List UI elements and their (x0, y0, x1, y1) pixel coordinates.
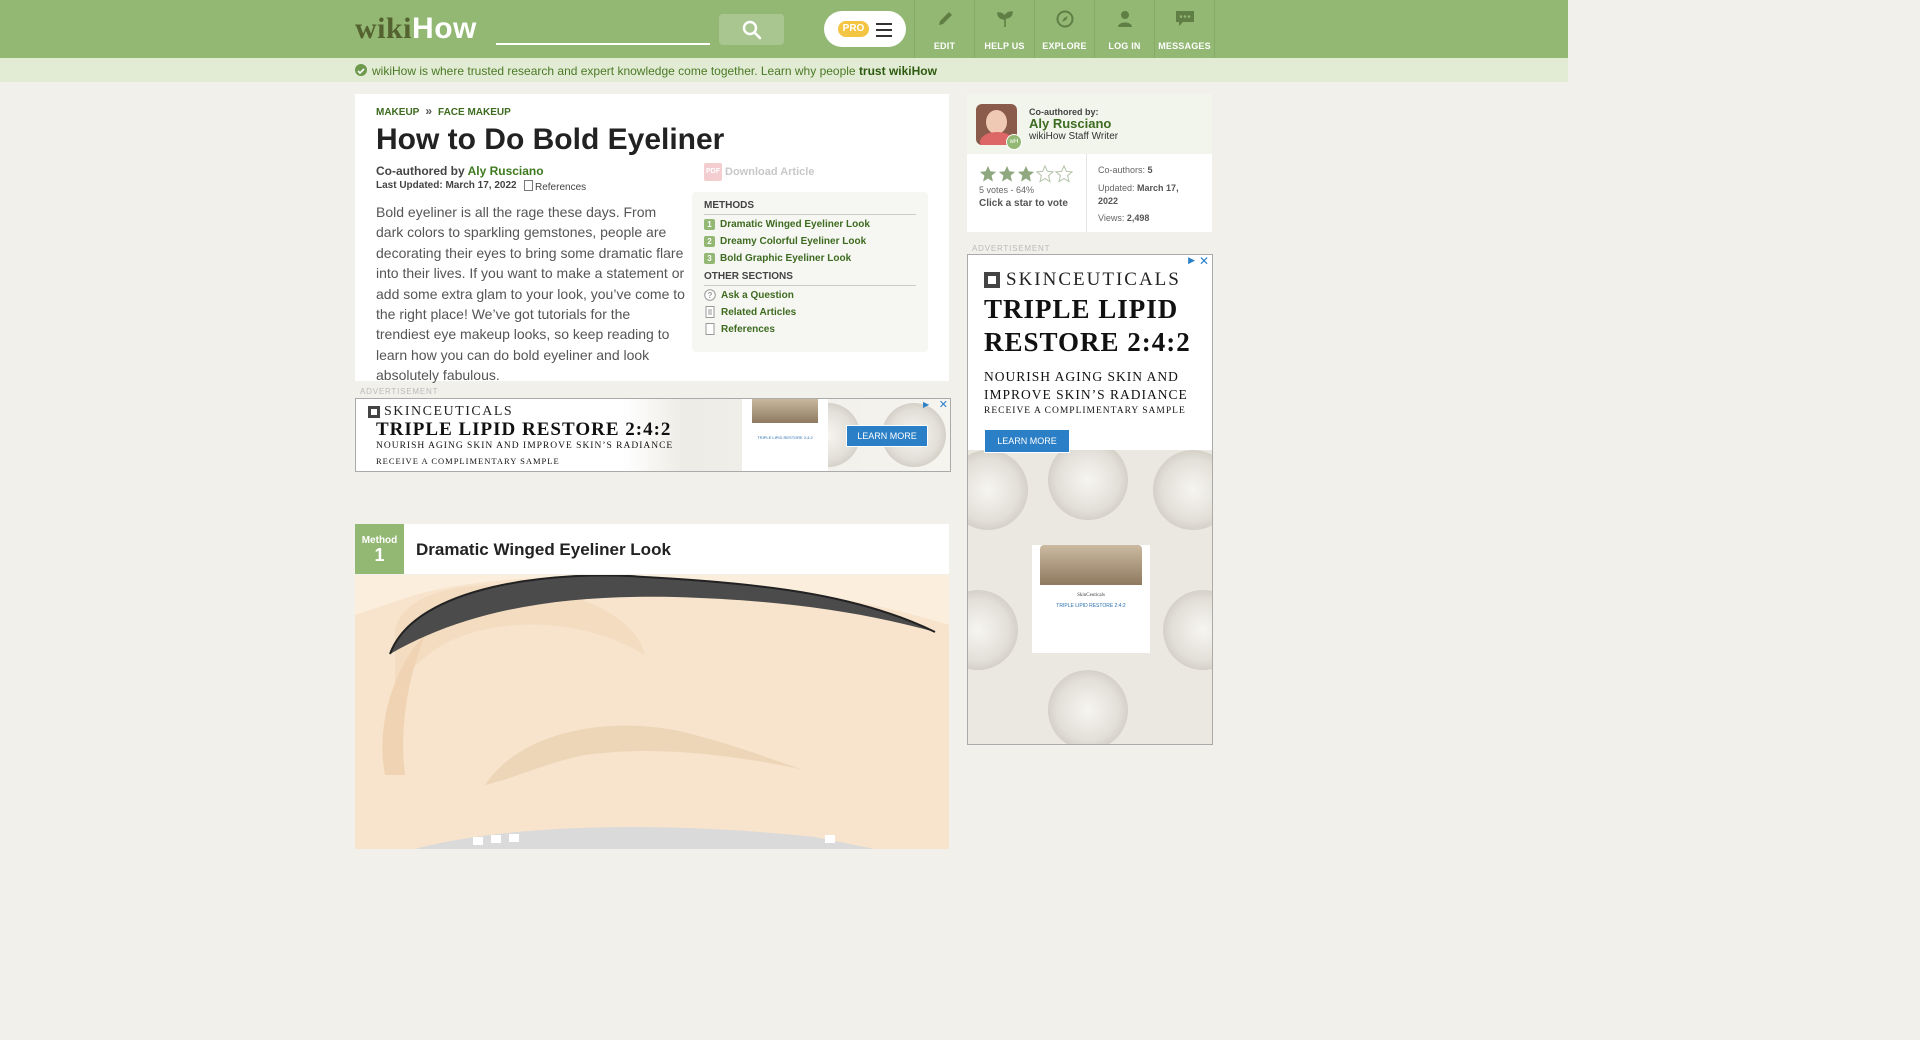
site-header: wikiHow PRO EDIT HELP US EXPLORE LOG IN … (0, 0, 1568, 58)
product-jar-image: SkinCeuticals TRIPLE LIPID RESTORE 2:4:2 (1032, 545, 1150, 653)
search-icon (742, 20, 761, 39)
method-header: Method 1 Dramatic Winged Eyeliner Look (355, 524, 949, 574)
user-icon (1117, 11, 1132, 27)
intro-paragraph: Bold eyeliner is all the rage these days… (376, 204, 685, 384)
page-title: How to Do Bold Eyeliner (376, 123, 725, 156)
nav-explore[interactable]: EXPLORE (1034, 0, 1094, 58)
ad-brand: SKINCEUTICALS (368, 404, 513, 420)
other-sections-heading: OTHER SECTIONS (704, 271, 793, 282)
advertisement-label: ADVERTISEMENT (360, 387, 439, 396)
nav-label: EXPLORE (1042, 41, 1087, 51)
pro-menu-button[interactable]: PRO (824, 11, 906, 47)
trust-bar: wikiHow is where trusted research and ex… (0, 58, 1568, 82)
learn-more-button[interactable]: LEARN MORE (984, 429, 1070, 453)
author-header: wH Co-authored by: Aly Rusciano wikiHow … (967, 94, 1212, 154)
breadcrumb-face-makeup[interactable]: FACE MAKEUP (438, 107, 511, 118)
author-role: wikiHow Staff Writer (1029, 131, 1119, 142)
chat-icon (1175, 11, 1194, 26)
method-title: Dramatic Winged Eyeliner Look (416, 540, 671, 559)
adchoices-icon[interactable]: ▶ (1188, 255, 1195, 266)
breadcrumb-makeup[interactable]: MAKEUP (376, 107, 419, 118)
toc-ask-question[interactable]: ? Ask a Question (704, 289, 794, 301)
author-sidebar-card: wH Co-authored by: Aly Rusciano wikiHow … (967, 94, 1212, 232)
last-updated: Last Updated: March 17, 2022 (376, 180, 517, 191)
search-button[interactable] (719, 14, 784, 45)
coauthored-line: Co-authored by Aly Rusciano (376, 164, 544, 178)
sidebar-author-name[interactable]: Aly Rusciano (1029, 116, 1111, 131)
methods-heading: METHODS (704, 200, 754, 211)
wikihow-logo[interactable]: wikiHow (355, 12, 477, 46)
nav-label: LOG IN (1108, 41, 1141, 51)
svg-text:?: ? (708, 291, 713, 300)
compass-icon (1056, 10, 1073, 28)
ad-subheadline: NOURISH AGING SKIN AND IMPROVE SKIN’S RA… (376, 441, 674, 451)
eye-illustration (355, 575, 949, 849)
coauthors-stat: Co-authors: 5 (1098, 165, 1153, 175)
star-icon-5[interactable] (1055, 165, 1073, 183)
ad-cta-text: RECEIVE A COMPLIMENTARY SAMPLE (984, 406, 1186, 416)
star-icon-2[interactable] (998, 165, 1016, 183)
sprout-icon (996, 11, 1013, 27)
trust-link[interactable]: trust wikiHow (859, 64, 937, 78)
nav-log-in[interactable]: LOG IN (1094, 0, 1154, 58)
trust-text: wikiHow is where trusted research and ex… (372, 64, 937, 78)
logo-wiki: wiki (355, 12, 413, 45)
document-icon (705, 306, 715, 318)
download-article-button[interactable]: PDF Download Article (704, 163, 814, 181)
pencil-icon (938, 12, 952, 25)
views-stat: Views: 2,498 (1098, 213, 1150, 223)
toc-related-articles[interactable]: Related Articles (704, 306, 796, 318)
close-icon[interactable]: ✕ (1199, 255, 1209, 268)
breadcrumb: MAKEUP» FACE MAKEUP (376, 104, 511, 118)
question-icon: ? (704, 289, 716, 301)
product-jar-image: TRIPLE LIPID RESTORE 2:4:2 (742, 399, 828, 471)
pro-badge: PRO (838, 21, 869, 37)
ad-subheadline-1: NOURISH AGING SKIN AND (984, 369, 1179, 384)
logo-how: How (412, 12, 477, 45)
star-icon-3[interactable] (1017, 165, 1035, 183)
advertisement-label: ADVERTISEMENT (972, 244, 1051, 253)
search-input[interactable] (496, 18, 710, 45)
updated-stat: Updated: March 17, 2022 (1098, 183, 1179, 206)
ad-headline: TRIPLE LIPID RESTORE 2:4:2 (984, 294, 1191, 357)
toc-method-1[interactable]: 1 Dramatic Winged Eyeliner Look (704, 219, 870, 230)
method-illustration (355, 575, 949, 849)
toc-method-3[interactable]: 3 Bold Graphic Eyeliner Look (704, 253, 851, 264)
method-badge: Method 1 (355, 524, 404, 574)
star-icon-4[interactable] (1036, 165, 1054, 183)
adchoices-icon[interactable]: ▶ (923, 400, 934, 411)
pdf-icon: PDF (704, 163, 722, 181)
check-icon (355, 64, 367, 76)
brand-logo-icon (368, 406, 380, 418)
bookmark-icon (524, 180, 533, 191)
toc-references[interactable]: References (704, 323, 775, 335)
banner-ad[interactable]: TRIPLE LIPID RESTORE 2:4:2 SKINCEUTICALS… (355, 398, 951, 472)
ad-cta-text: RECEIVE A COMPLIMENTARY SAMPLE (376, 456, 560, 466)
star-icon-1[interactable] (979, 165, 997, 183)
learn-more-button[interactable]: LEARN MORE (846, 425, 928, 447)
nav-label: HELP US (984, 41, 1025, 51)
brand-logo-icon (984, 272, 1000, 288)
ad-brand: SKINCEUTICALS (984, 269, 1181, 291)
close-icon[interactable]: ✕ (939, 399, 948, 411)
author-link[interactable]: Aly Rusciano (468, 164, 544, 178)
ad-headline: TRIPLE LIPID RESTORE 2:4:2 (376, 419, 672, 440)
hamburger-icon (876, 23, 892, 41)
bookmark-icon (705, 323, 715, 335)
nav-help-us[interactable]: HELP US (974, 0, 1034, 58)
ad-subheadline-2: IMPROVE SKIN’S RADIANCE (984, 387, 1188, 402)
nav-label: MESSAGES (1158, 41, 1211, 51)
nav-label: EDIT (933, 41, 956, 51)
product-collage: SkinCeuticals TRIPLE LIPID RESTORE 2:4:2 (968, 440, 1212, 744)
rating-cta: Click a star to vote (979, 198, 1068, 209)
staff-badge-icon: wH (1006, 134, 1022, 150)
nav-messages[interactable]: MESSAGES (1154, 0, 1215, 58)
references-link[interactable]: References (524, 180, 586, 193)
sidebar-ad[interactable]: SkinCeuticals TRIPLE LIPID RESTORE 2:4:2… (967, 254, 1213, 745)
toc-method-2[interactable]: 2 Dreamy Colorful Eyeliner Look (704, 236, 866, 247)
rating-summary: 5 votes - 64% (979, 185, 1035, 195)
table-of-contents: METHODS 1 Dramatic Winged Eyeliner Look 2… (692, 192, 928, 352)
star-rating[interactable] (979, 165, 1073, 183)
nav-edit[interactable]: EDIT (914, 0, 974, 58)
